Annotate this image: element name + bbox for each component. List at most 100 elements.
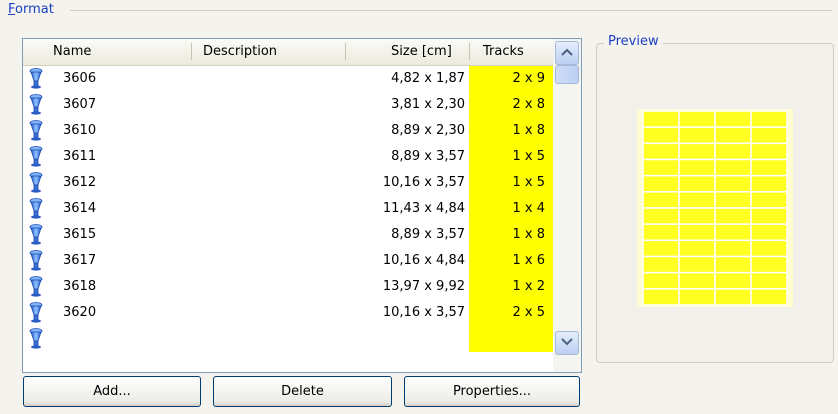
row-tracks: 2 x 5 <box>469 300 553 326</box>
table-row[interactable]: 3612 10,16 x 3,57 1 x 5 <box>23 170 553 196</box>
preview-label-sheet <box>637 109 793 307</box>
preview-label-cell <box>714 126 752 145</box>
row-size: 3,81 x 2,30 <box>391 97 465 112</box>
row-tracks: 1 x 5 <box>469 144 553 170</box>
preview-label-cell <box>750 126 788 145</box>
column-header-size[interactable]: Size [cm] <box>391 39 452 64</box>
row-description <box>201 170 351 196</box>
row-size: 4,82 x 1,87 <box>391 71 465 86</box>
preview-label-cell <box>714 271 752 290</box>
preview-label-cell <box>678 255 716 274</box>
preview-label-cell <box>678 110 716 128</box>
table-row-partial[interactable] <box>23 326 553 352</box>
label-roll-icon <box>29 68 43 89</box>
row-size: 10,16 x 3,57 <box>382 305 465 320</box>
scroll-down-button[interactable] <box>555 331 579 355</box>
row-size: 8,89 x 3,57 <box>391 227 465 242</box>
label-roll-icon <box>29 120 43 141</box>
table-row[interactable]: 3614 11,43 x 4,84 1 x 4 <box>23 196 553 222</box>
properties-button[interactable]: Properties... <box>404 376 580 407</box>
preview-label-cell <box>642 174 680 193</box>
preview-label-cell <box>678 223 716 242</box>
table-row[interactable]: 3615 8,89 x 3,57 1 x 8 <box>23 222 553 248</box>
row-tracks: 2 x 9 <box>469 66 553 92</box>
preview-label-cell <box>678 288 716 306</box>
row-description <box>201 118 351 144</box>
preview-label-cell <box>642 126 680 145</box>
preview-label-cell <box>642 142 680 161</box>
row-description <box>201 248 351 274</box>
table-row[interactable]: 3617 10,16 x 4,84 1 x 6 <box>23 248 553 274</box>
preview-label-cell <box>714 239 752 258</box>
chevron-up-icon <box>561 48 573 56</box>
preview-label-cell <box>642 207 680 225</box>
preview-label-cell <box>642 223 680 242</box>
column-header-tracks[interactable]: Tracks <box>483 39 524 64</box>
chevron-down-icon <box>561 338 573 346</box>
row-tracks: 1 x 8 <box>469 118 553 144</box>
row-description <box>201 92 351 118</box>
row-description <box>201 66 351 92</box>
row-tracks: 1 x 5 <box>469 170 553 196</box>
preview-label-cell <box>750 110 788 128</box>
table-row[interactable]: 3610 8,89 x 2,30 1 x 8 <box>23 118 553 144</box>
row-size: 11,43 x 4,84 <box>382 201 465 216</box>
column-header-name[interactable]: Name <box>53 39 91 64</box>
label-roll-icon <box>29 172 43 193</box>
preview-label-cell <box>750 142 788 161</box>
row-tracks <box>469 326 553 352</box>
preview-label-cell <box>714 110 752 128</box>
row-name: 3617 <box>63 253 97 268</box>
table-row[interactable]: 3618 13,97 x 9,92 1 x 2 <box>23 274 553 300</box>
add-button[interactable]: Add... <box>23 376 201 407</box>
label-format-list[interactable]: Name Description Size [cm] Tracks 3606 4,… <box>22 38 582 373</box>
preview-label-cell <box>750 288 788 306</box>
preview-label-cell <box>750 223 788 242</box>
preview-label-cell <box>714 174 752 193</box>
list-header: Name Description Size [cm] Tracks <box>23 39 553 66</box>
preview-label-cell <box>750 191 788 209</box>
delete-button[interactable]: Delete <box>213 376 392 407</box>
vertical-scrollbar[interactable] <box>553 39 581 372</box>
table-row[interactable]: 3606 4,82 x 1,87 2 x 9 <box>23 66 553 92</box>
row-tracks: 1 x 2 <box>469 274 553 300</box>
preview-label-cell <box>750 174 788 193</box>
preview-label-cell <box>750 207 788 225</box>
row-size: 10,16 x 3,57 <box>382 175 465 190</box>
preview-label-cell <box>714 223 752 242</box>
row-description <box>201 274 351 300</box>
table-row[interactable]: 3607 3,81 x 2,30 2 x 8 <box>23 92 553 118</box>
row-name: 3618 <box>63 279 97 294</box>
row-name: 3620 <box>63 305 97 320</box>
label-roll-icon <box>29 94 43 115</box>
preview-label-cell <box>750 158 788 177</box>
row-description <box>201 300 351 326</box>
scroll-thumb[interactable] <box>555 65 579 84</box>
row-description <box>201 222 351 248</box>
preview-label-cell <box>678 126 716 145</box>
preview-label: Preview <box>604 34 663 49</box>
table-row[interactable]: 3620 10,16 x 3,57 2 x 5 <box>23 300 553 326</box>
preview-label-cell <box>678 191 716 209</box>
label-roll-icon <box>29 250 43 271</box>
row-description <box>201 144 351 170</box>
column-header-description[interactable]: Description <box>203 39 277 64</box>
row-size: 13,97 x 9,92 <box>382 279 465 294</box>
format-group-label: Format <box>8 2 60 17</box>
preview-label-cell <box>714 191 752 209</box>
preview-label-cell <box>642 271 680 290</box>
row-name: 3611 <box>63 149 97 164</box>
preview-label-cell <box>714 288 752 306</box>
preview-label-cell <box>678 239 716 258</box>
row-name: 3610 <box>63 123 97 138</box>
scroll-up-button[interactable] <box>555 41 579 65</box>
preview-label-cell <box>642 239 680 258</box>
table-row[interactable]: 3611 8,89 x 3,57 1 x 5 <box>23 144 553 170</box>
label-roll-icon <box>29 328 43 349</box>
label-roll-icon <box>29 224 43 245</box>
row-size: 8,89 x 3,57 <box>391 149 465 164</box>
preview-label-cell <box>642 110 680 128</box>
row-name: 3607 <box>63 97 97 112</box>
label-roll-icon <box>29 198 43 219</box>
preview-label-cell <box>750 239 788 258</box>
